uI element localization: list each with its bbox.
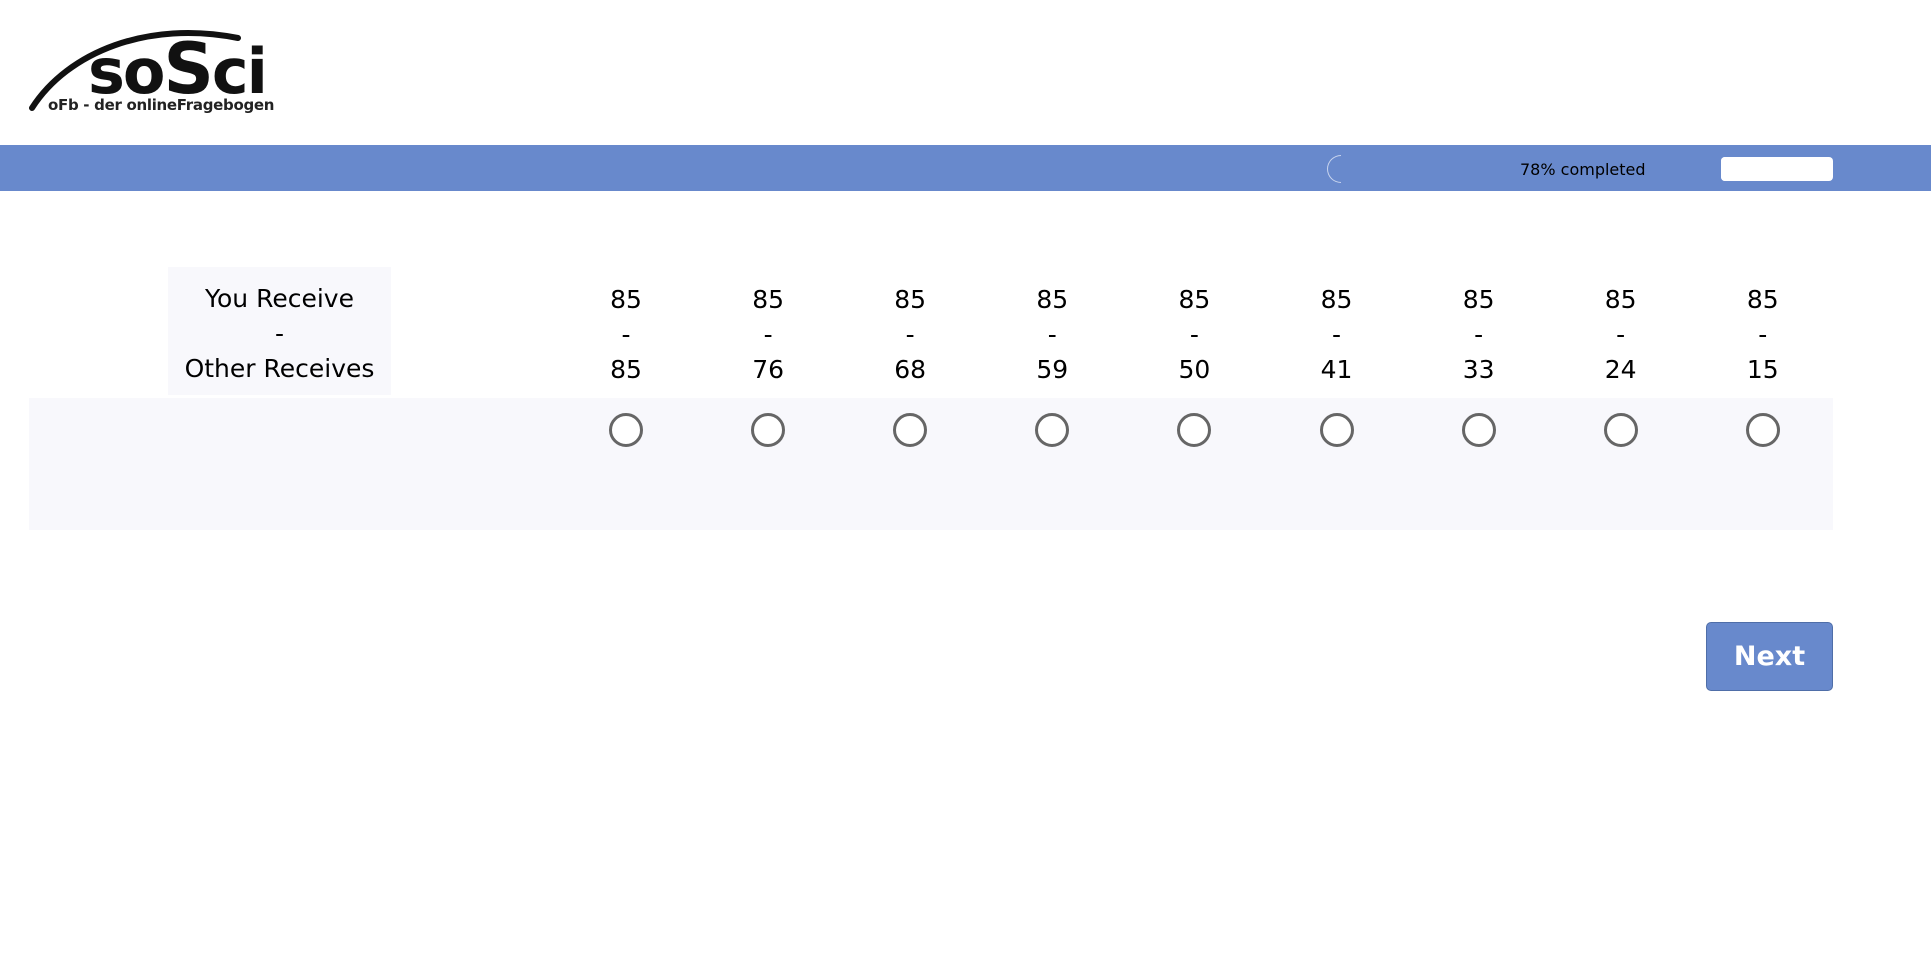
option-radio[interactable]: [1745, 413, 1780, 447]
row-header-sep: -: [274, 319, 285, 348]
option-radio[interactable]: [609, 413, 643, 447]
answer-row: [29, 398, 1833, 530]
option-radio[interactable]: [1319, 413, 1354, 447]
row-header: You Receive - Other Receives: [168, 267, 391, 395]
option-label: 85-59: [1036, 285, 1069, 384]
option-label: 85-50: [1178, 285, 1211, 384]
option-radio[interactable]: [1603, 413, 1638, 447]
option-label: 85-15: [1746, 285, 1779, 384]
option-radio[interactable]: [893, 413, 928, 447]
option-radio[interactable]: [751, 413, 786, 447]
option-label: 85-24: [1604, 285, 1637, 384]
row-header-other: Other Receives: [184, 354, 375, 383]
option-label: 85-33: [1462, 285, 1495, 384]
row-header-you: You Receive: [205, 284, 354, 313]
progress-band: 78% completed: [0, 145, 1931, 191]
sosci-logo: soSci oFb - der onlineFragebogen: [28, 22, 278, 118]
logo-subtitle: oFb - der onlineFragebogen: [48, 96, 275, 114]
option-label: 85-85: [610, 285, 642, 384]
option-label: 85-41: [1320, 285, 1353, 384]
progress-bar-fill: [1721, 157, 1809, 181]
logo-wordmark: soSci: [88, 28, 268, 110]
progress-cap-icon: [1327, 155, 1341, 183]
option-radio[interactable]: [1461, 413, 1496, 447]
option-label: 85-68: [894, 285, 927, 384]
progress-text: 78% completed: [1520, 160, 1646, 179]
progress-bar: [1721, 157, 1833, 181]
option-label: 85-76: [752, 285, 784, 384]
next-button[interactable]: Next: [1706, 622, 1833, 691]
